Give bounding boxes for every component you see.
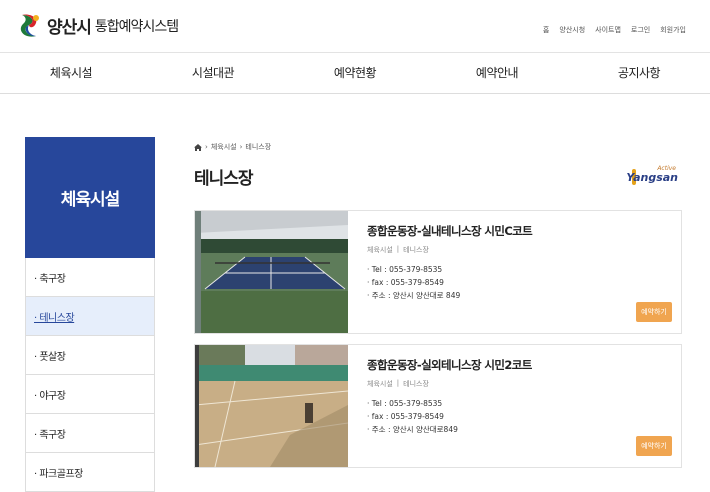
- breadcrumb: › 체육시설 › 테니스장: [194, 142, 682, 152]
- card-fax: · fax : 055-379-8549: [367, 278, 444, 287]
- card-address: · 주소 : 양산시 양산대로849: [367, 425, 458, 434]
- gnb-reservation-status[interactable]: 예약현황: [284, 53, 426, 93]
- active-yangsan-logo: Active Yangsan: [626, 165, 678, 185]
- indoor-tennis-court-photo[interactable]: [195, 211, 348, 333]
- util-sitemap-link[interactable]: 사이트맵: [595, 25, 621, 35]
- side-item-futsal[interactable]: · 풋살장: [25, 336, 155, 375]
- gnb-facility-rental[interactable]: 시설대관: [142, 53, 284, 93]
- logo-city-name: 양산시: [47, 18, 92, 38]
- chevron-right-icon: ›: [205, 143, 208, 151]
- card-tel: · Tel : 055-379-8535: [367, 399, 443, 408]
- card-fax: · fax : 055-379-8549: [367, 412, 444, 421]
- utility-menu: 홈 양산시청 사이트맵 로그인 회원가입: [543, 25, 686, 35]
- card-category: 체육시설 | 테니스장: [367, 379, 429, 388]
- reserve-button[interactable]: 예약하기: [636, 436, 672, 456]
- main-navigation: 체육시설 시설대관 예약현황 예약안내 공지사항: [0, 53, 710, 94]
- side-item-tennis[interactable]: · 테니스장: [25, 297, 155, 336]
- breadcrumb-sports[interactable]: 체육시설: [211, 142, 237, 152]
- side-navigation: 체육시설 · 축구장 · 테니스장 · 풋살장 · 야구장 · 족구장 · 파크…: [25, 137, 155, 492]
- side-item-baseball[interactable]: · 야구장: [25, 375, 155, 414]
- home-icon[interactable]: [194, 143, 202, 151]
- side-item-soccer[interactable]: · 축구장: [25, 258, 155, 297]
- card-tel: · Tel : 055-379-8535: [367, 265, 443, 274]
- card-title[interactable]: 종합운동장-실외테니스장 시민2코트: [367, 357, 671, 373]
- card-address: · 주소 : 양산시 양산대로 849: [367, 291, 461, 300]
- card-contact-info: · Tel : 055-379-8535 · fax : 055-379-854…: [367, 397, 671, 436]
- city-emblem-icon: [20, 14, 39, 37]
- gnb-sports-facilities[interactable]: 체육시설: [0, 53, 142, 93]
- side-nav-title: 체육시설: [25, 137, 155, 258]
- logo-system-name: 통합예약시스템: [94, 18, 179, 35]
- util-home-link[interactable]: 홈: [543, 25, 549, 35]
- chevron-right-icon: ›: [239, 143, 243, 151]
- reserve-button[interactable]: 예약하기: [636, 302, 672, 322]
- page-title: 테니스장: [194, 169, 254, 189]
- util-login-link[interactable]: 로그인: [631, 25, 650, 35]
- breadcrumb-tennis[interactable]: 테니스장: [245, 142, 271, 152]
- util-cityhall-link[interactable]: 양산시청: [559, 25, 585, 35]
- facility-card: 종합운동장-실외테니스장 시민2코트 체육시설 | 테니스장 · Tel : 0…: [194, 344, 682, 468]
- site-logo[interactable]: 양산시 통합예약시스템: [16, 12, 179, 39]
- gnb-reservation-guide[interactable]: 예약안내: [426, 53, 568, 93]
- gnb-notices[interactable]: 공지사항: [568, 53, 710, 93]
- card-category: 체육시설 | 테니스장: [367, 245, 429, 254]
- outdoor-tennis-court-photo[interactable]: [195, 345, 348, 467]
- card-contact-info: · Tel : 055-379-8535 · fax : 055-379-854…: [367, 263, 671, 302]
- site-header: 양산시 통합예약시스템 홈 양산시청 사이트맵 로그인 회원가입: [0, 0, 710, 53]
- side-item-jokgu[interactable]: · 족구장: [25, 414, 155, 453]
- facility-card: 종합운동장-실내테니스장 시민C코트 체육시설 | 테니스장 · Tel : 0…: [194, 210, 682, 334]
- main-content: › 체육시설 › 테니스장 테니스장 Active Yangsan 종합운동장-…: [194, 137, 682, 468]
- card-title[interactable]: 종합운동장-실내테니스장 시민C코트: [367, 223, 671, 239]
- util-signup-link[interactable]: 회원가입: [660, 25, 686, 35]
